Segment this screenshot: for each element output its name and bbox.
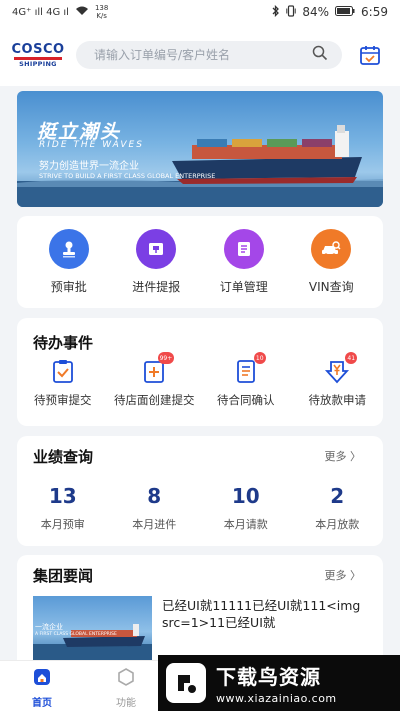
quick-action-label: 订单管理 [219,280,268,294]
performance-stats: 13 本月预审 8 本月进件 10 本月请款 2 本月放款 [17,484,383,532]
net-speed: 138 K/s [95,4,108,20]
yen-download-icon: 41 [324,352,358,384]
status-left: 4G⁺ ıll 4G ıl 138 K/s [12,4,108,20]
speed-value: 138 [94,4,109,12]
search-icon[interactable] [312,45,328,65]
ticket-icon [136,229,177,269]
search-box[interactable] [76,41,342,69]
todo-title: 待办事件 [33,334,94,352]
function-icon [116,667,136,691]
todo-card: 待办事件 待预审提交 99+ 待店面创建提交 10 待合同确认 41 待放款申请 [17,318,383,426]
todo-list: 待预审提交 99+ 待店面创建提交 10 待合同确认 41 待放款申请 [17,352,384,408]
banner-slogan: 努力创造世界一流企业 [39,161,139,172]
tab-label: 功能 [116,698,136,709]
stat-label: 本月请款 [223,518,268,531]
watermark-overlay: 下载鸟资源 www.xiazainiao.com [158,655,400,711]
cosco-logo: COSCO SHIPPING [11,37,65,73]
quick-action-submit[interactable]: 进件提报 [116,229,196,295]
logo-bottom-text: SHIPPING [19,59,57,68]
signal-icon: 4G⁺ ıll 4G ıl [12,6,69,18]
tab-home[interactable]: 首页 [0,661,84,711]
tab-function[interactable]: 功能 [84,661,168,711]
stat-label: 本月进件 [132,518,177,531]
todo-label: 待店面创建提交 [114,393,195,407]
stat-value: 10 [231,484,260,508]
promo-banner[interactable]: 挺立潮头 RIDE THE WAVES 努力创造世界一流企业 STRIVE TO… [17,91,383,207]
battery-icon [335,5,355,19]
contract-icon: 10 [233,352,266,384]
news-thumbnail[interactable]: 一流企业 A FIRST CLASS GLOBAL ENTERPRISE [33,596,152,661]
stat-submitted[interactable]: 8 本月进件 [114,484,194,532]
performance-card: 业绩查询 更多 〉 13 本月预审 8 本月进件 10 本月请款 2 本月放款 [17,436,383,546]
performance-title: 业绩查询 [33,448,94,466]
stat-value: 13 [48,484,77,508]
quick-actions-card: 预审批 进件提报 订单管理 VIN查询 [17,216,383,308]
stat-label: 本月预审 [40,518,85,531]
search-input[interactable] [94,48,312,62]
calendar-icon[interactable] [359,44,381,66]
quick-action-label: 进件提报 [132,280,181,294]
todo-label: 待放款申请 [308,393,367,407]
clock: 6:59 [361,5,388,19]
quick-action-preapproval[interactable]: 预审批 [29,229,109,295]
watermark-text: 下载鸟资源 www.xiazainiao.com [216,661,337,705]
todo-store-create[interactable]: 99+ 待店面创建提交 [109,352,201,408]
todo-label: 待合同确认 [217,393,275,407]
stamp-icon [48,229,89,269]
stat-payment-request[interactable]: 10 本月请款 [206,484,286,532]
tab-label: 首页 [32,698,52,709]
watermark-title: 下载鸟资源 [216,665,321,689]
stat-preapproval[interactable]: 13 本月预审 [23,484,103,532]
stat-loan[interactable]: 2 本月放款 [297,484,377,532]
quick-action-label: VIN查询 [308,280,354,294]
news-item-text[interactable]: 已经UI就11111已经UI就111<img src=1>11已经UI就 [162,597,367,631]
performance-more-link[interactable]: 更多 〉 [325,448,362,464]
todo-contract-confirm[interactable]: 10 待合同确认 [200,352,292,408]
quick-action-vin[interactable]: VIN查询 [291,229,371,295]
todo-loan-apply[interactable]: 41 待放款申请 [292,352,384,408]
app-header: COSCO SHIPPING [0,24,400,86]
bluetooth-icon [272,4,280,20]
status-bar: 4G⁺ ıll 4G ıl 138 K/s 84% 6:59 [0,0,400,24]
news-thumb-caption-en: A FIRST CLASS GLOBAL ENTERPRISE [35,632,117,637]
todo-label: 待预审提交 [34,393,92,407]
todo-badge: 41 [345,352,358,364]
banner-subtitle: RIDE THE WAVES [39,140,144,150]
home-icon [32,667,52,691]
stat-value: 2 [330,484,345,508]
car-search-icon [311,229,352,269]
news-thumb-caption: 一流企业 [35,623,63,631]
stat-value: 8 [147,484,162,508]
watermark-url: www.xiazainiao.com [216,692,337,705]
add-document-icon: 99+ [141,352,175,384]
banner-slogan-en: STRIVE TO BUILD A FIRST CLASS GLOBAL ENT… [39,172,216,180]
news-more-link[interactable]: 更多 〉 [325,567,362,583]
wifi-icon [75,5,89,19]
stat-label: 本月放款 [315,518,360,531]
clipboard-check-icon [50,358,76,384]
todo-badge: 10 [253,352,266,364]
document-icon [223,229,264,269]
bird-logo-icon [166,663,206,703]
battery-percent: 84% [302,5,330,19]
todo-pending-preapproval[interactable]: 待预审提交 [17,358,109,408]
logo-top-text: COSCO [11,41,65,57]
news-title: 集团要闻 [33,567,94,585]
quick-action-orders[interactable]: 订单管理 [204,229,284,295]
speed-unit: K/s [96,12,107,20]
status-right: 84% 6:59 [272,4,388,20]
vibrate-icon [286,4,297,20]
quick-action-label: 预审批 [50,280,87,294]
todo-badge: 99+ [157,352,175,364]
